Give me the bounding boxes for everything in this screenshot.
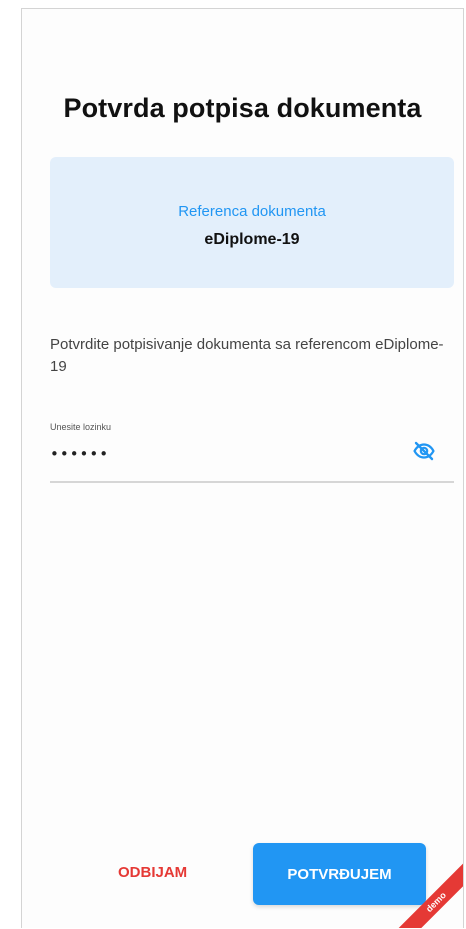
page-title: Potvrda potpisa dokumenta: [63, 93, 422, 123]
confirmation-description: Potvrdite potpisivanje dokumenta sa refe…: [50, 336, 444, 375]
password-label: Unesite lozinku: [50, 422, 112, 432]
reference-value: eDiplome-19: [204, 231, 300, 248]
app-screen: Potvrda potpisa dokumenta Referenca doku…: [21, 8, 464, 928]
reference-label: Referenca dokumenta: [178, 203, 326, 220]
reference-card: Referenca dokumenta eDiplome-19: [50, 157, 454, 288]
password-underline: [50, 481, 454, 483]
eye-off-icon[interactable]: [412, 439, 436, 463]
reject-button[interactable]: ODBIJAM: [118, 864, 187, 881]
confirm-button[interactable]: POTVRĐUJEM: [253, 843, 426, 905]
password-field[interactable]: [50, 445, 390, 463]
